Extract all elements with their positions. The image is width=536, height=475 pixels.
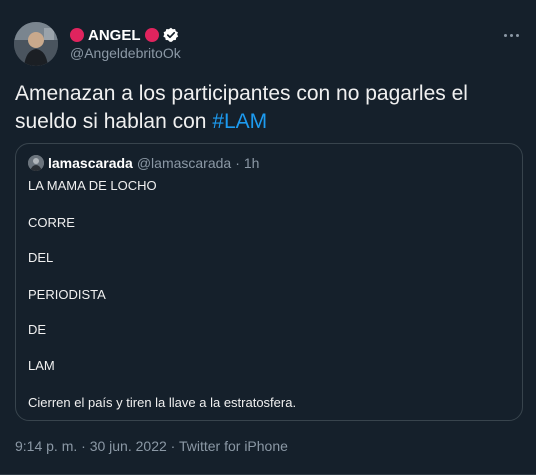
hashtag-link[interactable]: #LAM: [212, 110, 267, 133]
quoted-author-handle[interactable]: @lamascarada: [137, 155, 231, 171]
quoted-text-line: Cierren el país y tiren la llave a la es…: [28, 395, 297, 410]
quoted-time[interactable]: 1h: [244, 155, 260, 171]
quoted-tweet-header: lamascarada @lamascarada · 1h: [28, 154, 259, 172]
quoted-text-line: PERIODISTA: [28, 287, 106, 302]
quoted-author-avatar[interactable]: [28, 155, 44, 171]
meta-separator: ·: [170, 438, 176, 454]
quoted-text-line: LAM: [28, 358, 55, 373]
author-avatar[interactable]: [14, 22, 58, 66]
quoted-tweet[interactable]: lamascarada @lamascarada · 1h LA MAMA DE…: [15, 143, 523, 421]
tweet-source[interactable]: Twitter for iPhone: [179, 438, 288, 454]
quoted-text-line: DEL: [28, 250, 54, 265]
red-circle-emoji-icon: [70, 28, 84, 42]
avatar-photo: [14, 22, 58, 66]
tweet-timestamp[interactable]: 9:14 p. m. · 30 jun. 2022: [15, 438, 167, 454]
quoted-text-line: CORRE: [28, 215, 75, 230]
tweet-meta: 9:14 p. m. · 30 jun. 2022 · Twitter for …: [15, 438, 288, 454]
quoted-avatar-photo: [28, 155, 44, 171]
author-name[interactable]: ANGEL: [88, 27, 141, 44]
more-options-icon[interactable]: [500, 24, 522, 46]
quoted-text-line: LA MAMA DE LOCHO: [28, 178, 157, 193]
quoted-text-line: DE: [28, 322, 47, 337]
quoted-author-name[interactable]: lamascarada: [48, 155, 133, 171]
tweet-card: ANGEL @AngeldebritoOk Amenazan a los par…: [0, 0, 536, 475]
tweet-text: Amenazan a los participantes con no paga…: [15, 80, 515, 136]
red-circle-emoji-icon: [144, 28, 159, 42]
verified-badge-icon: [162, 27, 179, 43]
quoted-separator: ·: [235, 155, 240, 171]
author-handle[interactable]: @AngeldebritoOk: [70, 45, 181, 61]
author-name-row[interactable]: ANGEL: [70, 25, 179, 45]
